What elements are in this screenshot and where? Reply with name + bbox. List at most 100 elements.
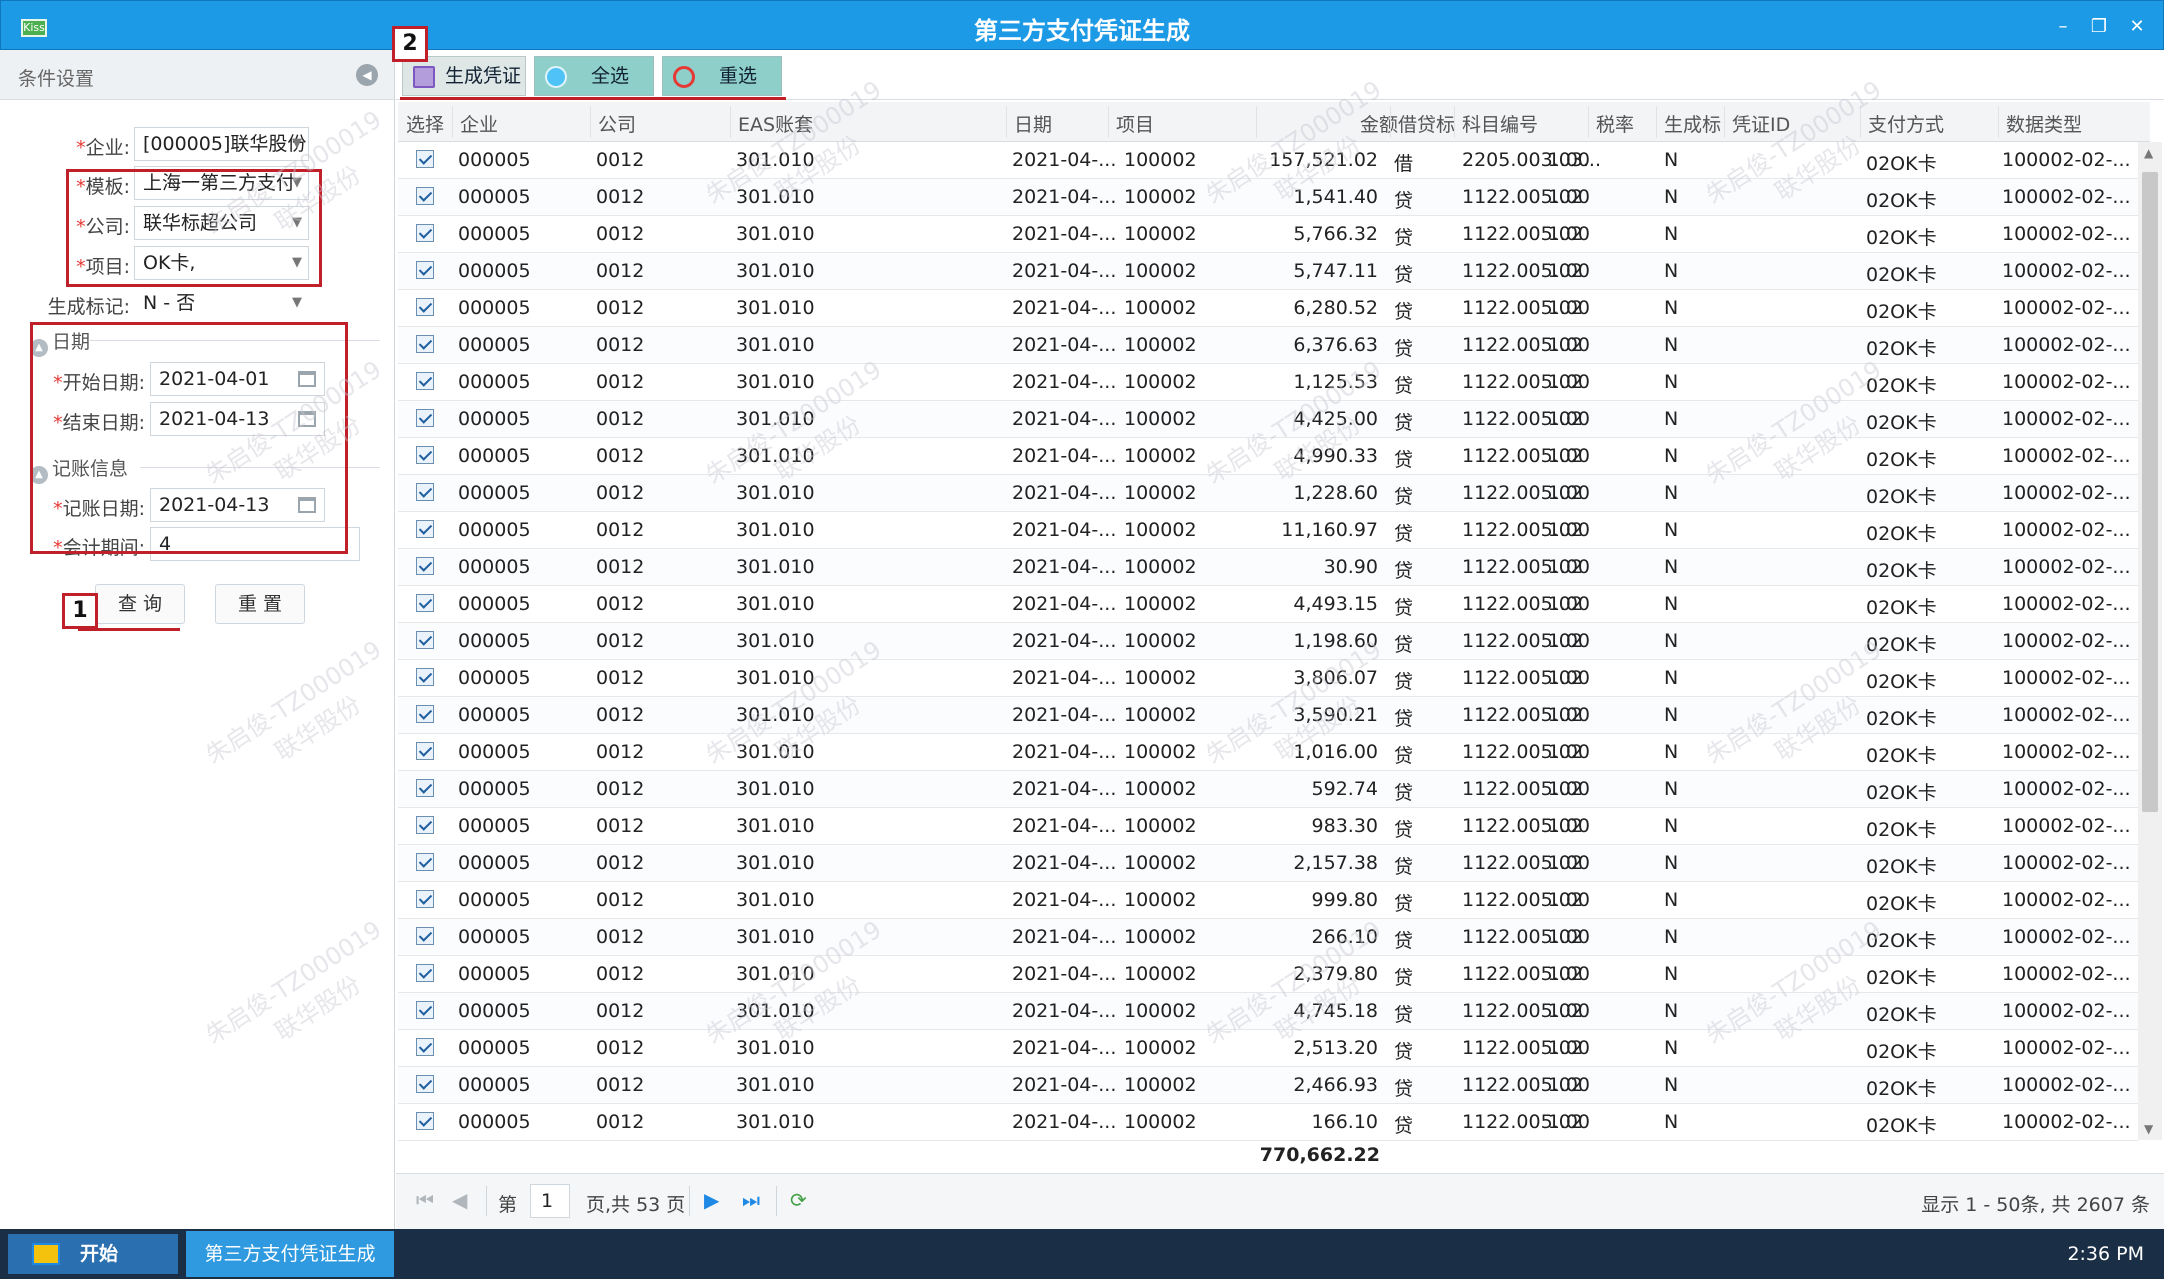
column-separator[interactable] <box>590 106 591 138</box>
column-header[interactable]: 税率 <box>1596 110 1634 137</box>
column-separator[interactable] <box>1006 106 1007 138</box>
cell-type: 100002-02-... <box>2002 704 2131 726</box>
column-separator[interactable] <box>1724 106 1725 138</box>
row-checkbox[interactable] <box>416 187 434 205</box>
table-row[interactable]: 000005 0012 301.010 2021-04-... 100002 2,466.… <box>398 1067 2138 1104</box>
column-header[interactable]: 公司 <box>598 110 636 137</box>
row-checkbox[interactable] <box>416 779 434 797</box>
column-separator[interactable] <box>730 106 731 138</box>
table-row[interactable]: 000005 0012 301.010 2021-04-... 100002 30.90 贷… <box>398 549 2138 586</box>
table-row[interactable]: 000005 0012 301.010 2021-04-... 100002 2,157.… <box>398 845 2138 882</box>
row-checkbox[interactable] <box>416 1112 434 1130</box>
reselect-button[interactable]: 重选 <box>662 56 782 96</box>
column-separator[interactable] <box>1998 106 1999 138</box>
cell-amt: 30.90 <box>1323 556 1378 578</box>
table-row[interactable]: 000005 0012 301.010 2021-04-... 100002 5,766.… <box>398 216 2138 253</box>
reset-button[interactable]: 重 置 <box>215 584 305 624</box>
row-checkbox[interactable] <box>416 1038 434 1056</box>
gen-flag-select[interactable]: N - 否 ▼ <box>134 286 309 320</box>
row-checkbox[interactable] <box>416 483 434 501</box>
column-separator[interactable] <box>1454 106 1455 138</box>
row-checkbox[interactable] <box>416 1001 434 1019</box>
row-checkbox[interactable] <box>416 372 434 390</box>
row-checkbox[interactable] <box>416 335 434 353</box>
row-checkbox[interactable] <box>416 742 434 760</box>
row-checkbox[interactable] <box>416 705 434 723</box>
cell-gen: N <box>1664 297 1679 319</box>
cell-pay: 02OK卡 <box>1866 264 1937 286</box>
generate-voucher-button[interactable]: 生成凭证 <box>402 56 526 96</box>
row-checkbox[interactable] <box>416 224 434 242</box>
collapse-panel-icon[interactable]: ◀ <box>356 64 378 86</box>
cell-eas: 301.010 <box>736 593 815 615</box>
table-row[interactable]: 000005 0012 301.010 2021-04-... 100002 6,280.… <box>398 290 2138 327</box>
taskbar-item-voucher[interactable]: 第三方支付凭证生成 <box>186 1231 394 1277</box>
cell-amt: 2,466.93 <box>1293 1074 1378 1096</box>
select-all-button[interactable]: 全选 <box>534 56 654 96</box>
cell-co: 0012 <box>596 186 645 208</box>
column-header[interactable]: 生成标 <box>1664 110 1721 137</box>
column-separator[interactable] <box>1656 106 1657 138</box>
row-checkbox[interactable] <box>416 1075 434 1093</box>
row-checkbox[interactable] <box>416 668 434 686</box>
last-page-icon[interactable]: ⏭ <box>742 1188 760 1212</box>
table-row[interactable]: 000005 0012 301.010 2021-04-... 100002 6,376.… <box>398 327 2138 364</box>
row-checkbox[interactable] <box>416 150 434 168</box>
table-row[interactable]: 000005 0012 301.010 2021-04-... 100002 11,160… <box>398 512 2138 549</box>
cell-ent: 000005 <box>458 297 531 319</box>
cell-date: 2021-04-... <box>1012 334 1117 356</box>
table-row[interactable]: 000005 0012 301.010 2021-04-... 100002 4,493.… <box>398 586 2138 623</box>
cell-date: 2021-04-... <box>1012 852 1117 874</box>
column-header[interactable]: 借贷标 <box>1398 110 1455 137</box>
cell-gen: N <box>1664 704 1679 726</box>
query-button[interactable]: 查 询 <box>95 584 185 624</box>
close-button[interactable]: ✕ <box>2125 15 2149 39</box>
column-header[interactable]: 选择 <box>406 110 444 137</box>
restore-button[interactable]: ❐ <box>2087 15 2111 39</box>
column-separator[interactable] <box>452 106 453 138</box>
column-separator[interactable] <box>1588 106 1589 138</box>
row-checkbox[interactable] <box>416 927 434 945</box>
row-checkbox[interactable] <box>416 816 434 834</box>
row-checkbox[interactable] <box>416 409 434 427</box>
table-row[interactable]: 000005 0012 301.010 2021-04-... 100002 5,747.… <box>398 253 2138 290</box>
cell-date: 2021-04-... <box>1012 482 1117 504</box>
column-separator[interactable] <box>1108 106 1109 138</box>
cell-tax: 1.00 <box>1547 778 1590 800</box>
row-checkbox[interactable] <box>416 631 434 649</box>
row-checkbox[interactable] <box>416 594 434 612</box>
column-separator[interactable] <box>1256 106 1257 138</box>
cell-eas: 301.010 <box>736 519 815 541</box>
prev-page-icon[interactable]: ◀ <box>452 1188 467 1212</box>
row-checkbox[interactable] <box>416 557 434 575</box>
column-header[interactable]: 项目 <box>1116 110 1154 137</box>
column-header[interactable]: 数据类型 <box>2006 110 2082 137</box>
row-checkbox[interactable] <box>416 298 434 316</box>
row-checkbox[interactable] <box>416 520 434 538</box>
page-number-input[interactable]: 1 <box>530 1184 570 1218</box>
start-button[interactable]: 开始 <box>8 1234 178 1274</box>
scroll-down-icon[interactable]: ▼ <box>2144 1122 2153 1136</box>
minimize-button[interactable]: – <box>2051 15 2075 39</box>
cell-dc: 贷 <box>1394 449 1414 471</box>
column-header[interactable]: 企业 <box>460 110 498 137</box>
cell-amt: 11,160.97 <box>1281 519 1378 541</box>
row-checkbox[interactable] <box>416 261 434 279</box>
column-header[interactable]: 科目编号 <box>1462 110 1538 137</box>
scroll-up-icon[interactable]: ▲ <box>2144 146 2153 160</box>
cell-date: 2021-04-... <box>1012 1074 1117 1096</box>
table-row[interactable]: 000005 0012 301.010 2021-04-... 100002 166.10… <box>398 1104 2138 1141</box>
row-checkbox[interactable] <box>416 853 434 871</box>
next-page-icon[interactable]: ▶ <box>704 1188 719 1212</box>
cell-date: 2021-04-... <box>1012 186 1117 208</box>
row-checkbox[interactable] <box>416 446 434 464</box>
first-page-icon[interactable]: ⏮ <box>416 1188 434 1212</box>
table-row[interactable]: 000005 0012 301.010 2021-04-... 100002 983.30… <box>398 808 2138 845</box>
vertical-scrollbar[interactable]: ▲ ▼ <box>2138 142 2162 1140</box>
scrollbar-thumb[interactable] <box>2142 172 2158 812</box>
row-checkbox[interactable] <box>416 890 434 908</box>
refresh-icon[interactable]: ⟳ <box>790 1188 807 1212</box>
table-row[interactable]: 000005 0012 301.010 2021-04-... 100002 999.80… <box>398 882 2138 919</box>
row-checkbox[interactable] <box>416 964 434 982</box>
column-header[interactable]: 日期 <box>1014 110 1052 137</box>
